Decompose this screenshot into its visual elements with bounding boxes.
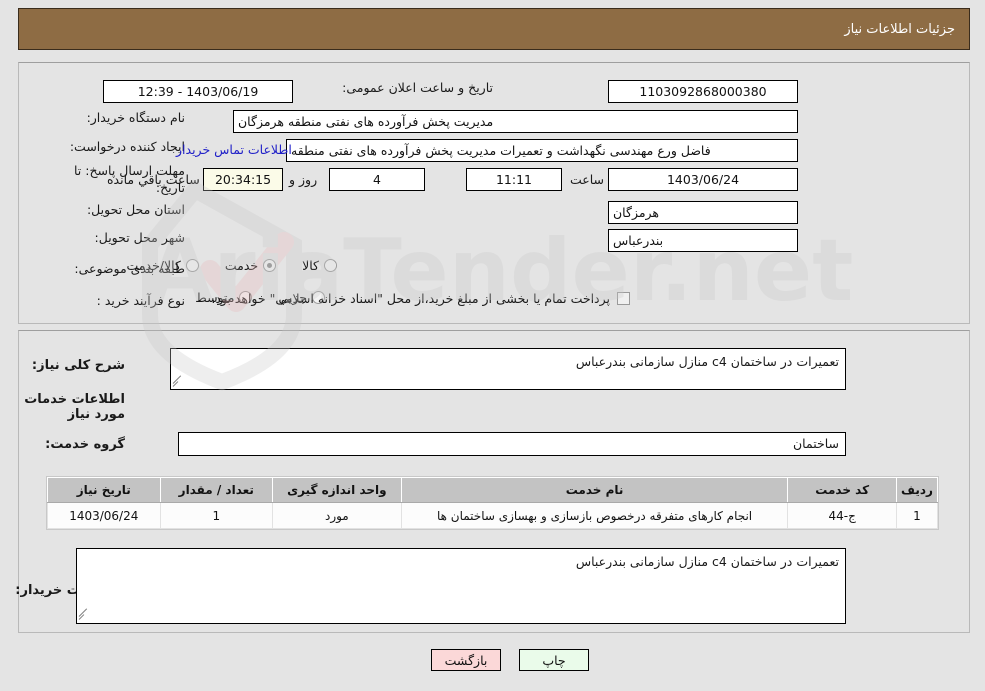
- deadline-date-field[interactable]: 1403/06/24: [608, 168, 798, 191]
- buyer-org-field[interactable]: مدیریت پخش فرآورده های نفتی منطقه هرمزگا…: [233, 110, 798, 133]
- cell-radif: 1: [895, 502, 939, 529]
- services-section-heading: اطلاعات خدمات مورد نیاز: [24, 392, 125, 422]
- services-table: ردیف کد خدمت نام خدمت واحد اندازه گیری ت…: [47, 477, 939, 529]
- category-option-label: خدمت: [224, 258, 259, 273]
- days-word-label: روز و: [289, 172, 318, 187]
- deadline-time-field[interactable]: 11:11: [466, 168, 562, 191]
- remaining-suffix-label: ساعت باقي مانده: [107, 172, 200, 187]
- city-label-wrap: شهر محل تحویل:: [35, 230, 185, 245]
- category-option-label: کالا/خدمت: [126, 258, 181, 273]
- requester-label: ایجاد کننده درخواست:: [69, 139, 185, 154]
- col-header-name: نام خدمت: [400, 477, 789, 503]
- services-table-wrap: ردیف کد خدمت نام خدمت واحد اندازه گیری ت…: [46, 476, 939, 530]
- radio-circle-icon: [324, 259, 337, 272]
- col-header-date: تاریخ نیاز: [47, 477, 161, 503]
- return-button[interactable]: بازگشت: [431, 649, 501, 671]
- treasury-checkbox[interactable]: [617, 292, 630, 305]
- days-remaining-field: 4: [329, 168, 425, 191]
- cell-qty: 1: [159, 502, 274, 529]
- cell-date: 1403/06/24: [47, 502, 161, 529]
- announce-datetime-label-wrap: تاریخ و ساعت اعلان عمومی:: [303, 80, 493, 95]
- col-header-code: کد خدمت: [787, 477, 897, 503]
- hour-label: ساعت: [570, 172, 605, 187]
- general-desc-label: شرح کلی نیاز:: [31, 358, 125, 373]
- countdown-timer-field: 20:34:15: [203, 168, 283, 191]
- table-row[interactable]: 1 ج-44 انجام کارهای متفرقه درخصوص بازساز…: [47, 502, 939, 529]
- category-radio-kala-khedmat[interactable]: کالا/خدمت: [126, 258, 199, 273]
- cell-name: انجام کارهای متفرقه درخصوص بازسازی و بهس…: [400, 502, 789, 529]
- requester-field[interactable]: فاضل ورع مهندسی نگهداشت و تعمیرات مدیریت…: [286, 139, 798, 162]
- general-desc-textarea[interactable]: تعمیرات در ساختمان c4 منازل سازمانی بندر…: [170, 348, 846, 390]
- need-number-field[interactable]: 1103092868000380: [608, 80, 798, 103]
- service-group-field[interactable]: ساختمان: [178, 432, 846, 456]
- category-radio-group: کالا خدمت کالا/خدمت: [100, 258, 337, 273]
- radio-circle-icon: [263, 259, 277, 272]
- table-header-row: ردیف کد خدمت نام خدمت واحد اندازه گیری ت…: [47, 477, 939, 503]
- announce-datetime-field[interactable]: 1403/06/19 - 12:39: [103, 80, 293, 103]
- announce-datetime-label: تاریخ و ساعت اعلان عمومی:: [342, 80, 493, 95]
- treasury-checkbox-label: پرداخت تمام یا بخشی از مبلغ خرید،از محل …: [211, 291, 610, 306]
- page-title: جزئیات اطلاعات نیاز: [844, 21, 955, 37]
- buyer-org-label: نام دستگاه خریدار:: [86, 110, 185, 125]
- province-label: استان محل تحویل:: [86, 202, 185, 217]
- category-radio-khedmat[interactable]: خدمت: [224, 258, 277, 273]
- page-header: جزئیات اطلاعات نیاز: [18, 8, 970, 50]
- category-radio-kala[interactable]: کالا: [302, 258, 337, 273]
- province-field[interactable]: هرمزگان: [608, 201, 798, 224]
- province-label-wrap: استان محل تحویل:: [35, 202, 185, 217]
- radio-circle-icon: [185, 259, 199, 272]
- col-header-radif: ردیف: [895, 477, 939, 503]
- category-option-label: کالا: [302, 258, 319, 273]
- buyer-org-label-wrap: نام دستگاه خریدار:: [35, 110, 185, 125]
- requester-label-wrap: ایجاد کننده درخواست:: [25, 139, 185, 154]
- cell-unit: مورد: [272, 502, 402, 529]
- buyer-contact-link[interactable]: اطلاعات تماس خریدار: [176, 142, 292, 157]
- print-button[interactable]: چاپ: [519, 649, 589, 671]
- col-header-unit: واحد اندازه گیری: [272, 477, 402, 503]
- cell-code: ج-44: [787, 502, 897, 529]
- page-root: جزئیات اطلاعات نیاز AriaTender.net شماره…: [0, 0, 985, 691]
- buyer-notes-textarea[interactable]: تعمیرات در ساختمان c4 منازل سازمانی بندر…: [76, 548, 846, 624]
- service-group-label: گروه خدمت:: [45, 437, 125, 452]
- col-header-qty: تعداد / مقدار: [159, 477, 274, 503]
- process-label-wrap: نوع فرآیند خرید :: [25, 293, 185, 308]
- city-label: شهر محل تحویل:: [94, 230, 185, 245]
- city-field[interactable]: بندرعباس: [608, 229, 798, 252]
- treasury-checkbox-wrap[interactable]: پرداخت تمام یا بخشی از مبلغ خرید،از محل …: [211, 291, 630, 306]
